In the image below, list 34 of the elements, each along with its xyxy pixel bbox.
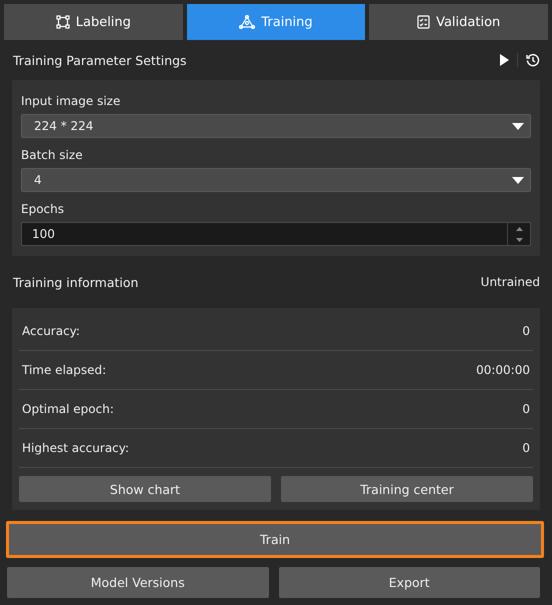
tab[interactable]: Validation xyxy=(369,4,548,40)
field-label: Batch size xyxy=(21,147,84,164)
train-button[interactable]: Train xyxy=(6,521,544,558)
status-text: Untrained xyxy=(480,275,540,289)
info-label: Accuracy: xyxy=(22,324,80,338)
action-button[interactable]: Training center xyxy=(281,476,533,502)
spin-up-icon[interactable] xyxy=(516,226,522,230)
info-value: 0 xyxy=(522,441,530,455)
action-button[interactable]: Show chart xyxy=(19,476,271,502)
info-label: Time elapsed: xyxy=(22,363,106,377)
info-value: 0 xyxy=(522,324,530,338)
section-title: Training Parameter Settings xyxy=(13,52,187,68)
info-label: Highest accuracy: xyxy=(22,441,130,455)
field-label: Epochs xyxy=(21,201,65,218)
info-value: 00:00:00 xyxy=(476,363,530,377)
checklist-icon xyxy=(417,15,430,29)
caret-icon xyxy=(512,122,524,130)
section-title: Training information xyxy=(13,274,138,290)
number-field[interactable]: 100 xyxy=(21,222,531,246)
tab[interactable]: Training xyxy=(186,4,366,40)
dropdown[interactable]: 224 * 224 xyxy=(21,114,531,138)
network-icon xyxy=(239,15,256,29)
spin-down-icon[interactable] xyxy=(516,238,522,242)
action-button[interactable]: Model Versions xyxy=(7,567,268,598)
play-icon[interactable] xyxy=(500,54,509,66)
history-icon[interactable] xyxy=(526,53,540,67)
dropdown[interactable]: 4 xyxy=(21,168,531,192)
tab[interactable]: Labeling xyxy=(4,4,183,40)
info-label: Optimal epoch: xyxy=(22,402,114,416)
bounding-box-icon xyxy=(56,15,70,29)
info-value: 0 xyxy=(522,402,530,416)
caret-icon xyxy=(512,176,524,184)
action-button[interactable]: Export xyxy=(278,567,540,598)
field-label: Input image size xyxy=(21,93,122,110)
